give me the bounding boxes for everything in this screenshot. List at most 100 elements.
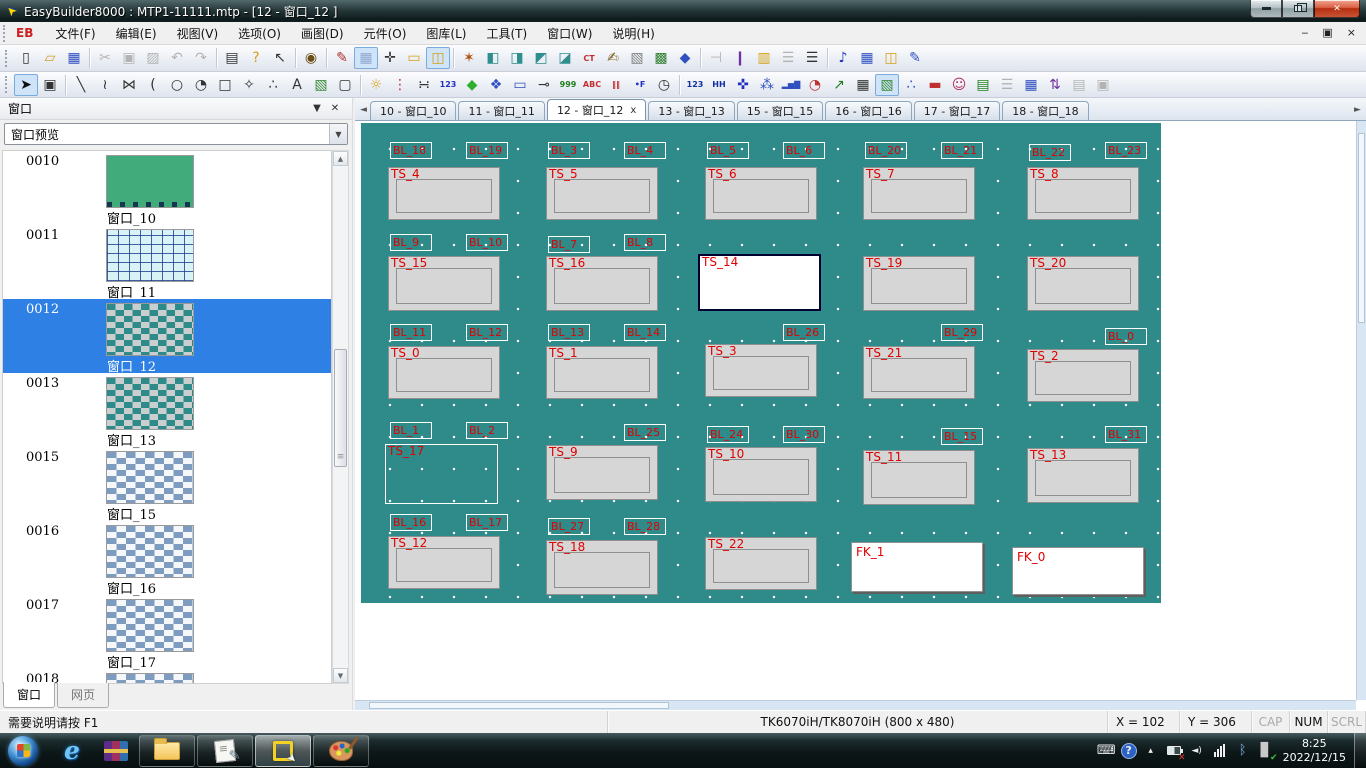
ts-7-object[interactable]: TS_7	[863, 167, 975, 220]
plc-control-icon[interactable]: ▣	[1091, 74, 1115, 96]
cut-icon[interactable]: ✂	[93, 47, 117, 69]
download-icon[interactable]: ◩	[529, 47, 553, 69]
alarm-bar-icon[interactable]: ▬	[923, 74, 947, 96]
restore-button[interactable]	[1282, 0, 1314, 18]
bl-1-object[interactable]: BL_1	[390, 422, 432, 439]
schedule-icon[interactable]: ▤	[971, 74, 995, 96]
ts-12-object[interactable]: TS_12	[388, 536, 500, 589]
network-tray-icon[interactable]	[1211, 741, 1229, 761]
scroll-down-icon[interactable]: ▼	[333, 668, 348, 683]
ts-13-object[interactable]: TS_13	[1027, 448, 1139, 503]
fk-1-object[interactable]: FK_1	[851, 542, 983, 592]
panel-menu-icon[interactable]: ▼	[308, 103, 326, 114]
build-icon[interactable]: ✶	[457, 47, 481, 69]
toolbar-gripper[interactable]	[3, 25, 8, 42]
macro-icon[interactable]: ✍	[601, 47, 625, 69]
panel-tab-web[interactable]: 网页	[57, 683, 109, 708]
bluetooth-tray-icon[interactable]: ᛒ	[1234, 741, 1252, 761]
grid-icon[interactable]: ▦	[354, 47, 378, 69]
ts-22-object[interactable]: TS_22	[705, 537, 817, 590]
panel-tab-window[interactable]: 窗口	[3, 682, 55, 708]
ts-10-object[interactable]: TS_10	[705, 447, 817, 502]
tab-10-窗口_10[interactable]: 10 - 窗口_10	[370, 101, 456, 120]
chevron-down-icon[interactable]: ▼	[329, 124, 347, 144]
bl-23-object[interactable]: BL_23	[1105, 142, 1147, 159]
tab-11-窗口_11[interactable]: 11 - 窗口_11	[458, 101, 544, 120]
bl-30-object[interactable]: BL_30	[783, 426, 825, 443]
mdi-restore-button[interactable]: ▣	[1322, 28, 1332, 38]
ts-9-object[interactable]: TS_9	[546, 445, 658, 500]
picture-view-icon[interactable]: ▧	[875, 74, 899, 96]
tab-12-窗口_12[interactable]: 12 - 窗口_12x	[547, 99, 646, 120]
ts-4-object[interactable]: TS_4	[388, 167, 500, 220]
ts-18-object[interactable]: TS_18	[546, 540, 658, 595]
taskbar-clock[interactable]: 8:25 2022/12/15	[1283, 737, 1346, 765]
menu-item-5[interactable]: 元件(O)	[354, 22, 417, 45]
save-icon[interactable]: ▦	[62, 47, 86, 69]
numeric-display-icon[interactable]: 999	[556, 74, 580, 96]
ts-5-object[interactable]: TS_5	[546, 167, 658, 220]
ts-6-object[interactable]: TS_6	[705, 167, 817, 220]
text-icon[interactable]: A	[285, 74, 309, 96]
timer-icon[interactable]: ◷	[652, 74, 676, 96]
about-icon[interactable]: ?	[244, 47, 268, 69]
bl-4-object[interactable]: BL_4	[624, 142, 666, 159]
data-transfer-icon[interactable]: ⇅	[1043, 74, 1067, 96]
ts-2-object[interactable]: TS_2	[1027, 349, 1139, 402]
mdi-close-button[interactable]: ×	[1347, 28, 1356, 38]
draw-icon[interactable]: ✎	[330, 47, 354, 69]
picture-icon[interactable]: ▧	[309, 74, 333, 96]
data-sampling-icon[interactable]: ▦	[1019, 74, 1043, 96]
bl-18-object[interactable]: BL_18	[390, 142, 432, 159]
bl-3-object[interactable]: BL_3	[548, 142, 590, 159]
bl-2-object[interactable]: BL_2	[466, 422, 508, 439]
compile-icon[interactable]: ◧	[481, 47, 505, 69]
window-preview-item-0017[interactable]: 0017窗口_17	[3, 595, 331, 669]
print-icon[interactable]: ▤	[220, 47, 244, 69]
window-preview-item-0015[interactable]: 0015窗口_15	[3, 447, 331, 521]
window-preview-item-0010[interactable]: 0010窗口_10	[3, 151, 331, 225]
bl-21-object[interactable]: BL_21	[941, 142, 983, 159]
ts-19-object[interactable]: TS_19	[863, 256, 975, 311]
csv-icon[interactable]: ▧	[625, 47, 649, 69]
move-shape-icon[interactable]: ✜	[731, 74, 755, 96]
menu-item-4[interactable]: 画图(D)	[291, 22, 354, 45]
ct-icon[interactable]: CT	[577, 47, 601, 69]
tab-scroll-right-icon[interactable]: ►	[1351, 102, 1364, 118]
list-1-icon[interactable]: ☰	[776, 47, 800, 69]
bl-20-object[interactable]: BL_20	[865, 142, 907, 159]
panel-scrollbar[interactable]: ▲ ▼	[332, 150, 349, 684]
polyline-icon[interactable]: ≀	[93, 74, 117, 96]
bl-25-object[interactable]: BL_25	[624, 424, 666, 441]
ts-16-object[interactable]: TS_16	[546, 256, 658, 311]
window-preview-item-0012[interactable]: 0012窗口_12	[3, 299, 331, 373]
bl-22-object[interactable]: BL_22	[1029, 144, 1071, 161]
bl-27-object[interactable]: BL_27	[548, 518, 590, 535]
animation-icon[interactable]: ⁂	[755, 74, 779, 96]
numeric-input-icon[interactable]: 123	[683, 74, 707, 96]
pie-icon[interactable]: ◔	[189, 74, 213, 96]
history-table-icon[interactable]: ▦	[851, 74, 875, 96]
panel-icon[interactable]: ▢	[333, 74, 357, 96]
minimize-button[interactable]	[1250, 0, 1282, 18]
line-icon[interactable]: ╲	[69, 74, 93, 96]
menu-item-7[interactable]: 工具(T)	[476, 22, 537, 45]
start-button[interactable]	[8, 736, 38, 766]
menu-item-1[interactable]: 编辑(E)	[106, 22, 167, 45]
trend-display-icon[interactable]: ↗	[827, 74, 851, 96]
close-button[interactable]: ✕	[1314, 0, 1360, 18]
bl-17-object[interactable]: BL_17	[466, 514, 508, 531]
window-preview-item-0013[interactable]: 0013窗口_13	[3, 373, 331, 447]
rect-icon[interactable]: □	[213, 74, 237, 96]
window-preview-item-0016[interactable]: 0016窗口_16	[3, 521, 331, 595]
list-2-icon[interactable]: ☰	[800, 47, 824, 69]
bar-graph-icon[interactable]: ▂▅▇	[779, 74, 803, 96]
bl-19-object[interactable]: BL_19	[466, 142, 508, 159]
bl-10-object[interactable]: BL_10	[466, 234, 508, 251]
toolbar-gripper[interactable]	[5, 50, 10, 67]
window-preview-combobox[interactable]: 窗口预览 ▼	[4, 123, 348, 145]
sound-icon[interactable]: ♪	[831, 47, 855, 69]
circle-icon[interactable]: ○	[165, 74, 189, 96]
scroll-up-icon[interactable]: ▲	[333, 151, 348, 166]
bl-26-object[interactable]: BL_26	[783, 324, 825, 341]
